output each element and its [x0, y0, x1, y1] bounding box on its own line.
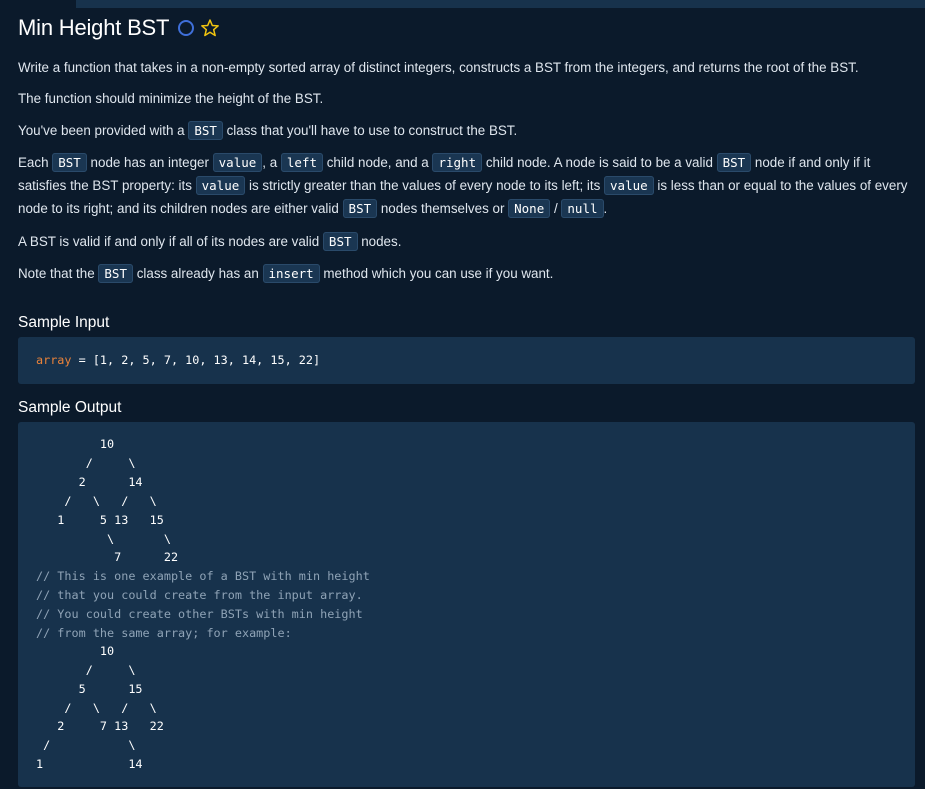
description-p5: A BST is valid if and only if all of its… [18, 232, 402, 251]
output-line: 2 7 13 22 [36, 719, 164, 733]
active-tab-indicator[interactable] [76, 0, 925, 8]
output-line: / \ [36, 663, 136, 677]
output-line: 1 5 13 15 [36, 513, 164, 527]
output-line: / \ [36, 456, 136, 470]
description-p4: Each BST node has an integer value, a le… [18, 153, 908, 218]
code-bst: BST [322, 232, 358, 251]
circle-icon[interactable] [178, 20, 195, 36]
output-line: 5 15 [36, 682, 143, 696]
code-bst: BST [188, 121, 223, 140]
variable-name: array [36, 353, 72, 367]
output-line: / \ [36, 738, 136, 752]
code-value: value [212, 153, 263, 172]
page-title: Min Height BST [18, 15, 170, 40]
code-value: value [195, 176, 246, 195]
title-row: Min Height BST [18, 13, 220, 43]
code-right: right [432, 153, 483, 172]
sample-input-box: array = [1, 2, 5, 7, 10, 13, 14, 15, 22] [18, 337, 915, 384]
code-bst: BST [716, 153, 752, 172]
code-null: null [561, 199, 604, 218]
output-line: 2 14 [36, 475, 143, 489]
output-line: / \ / \ [36, 701, 157, 715]
code-none: None [508, 199, 551, 218]
code-insert: insert [262, 264, 320, 283]
output-comment: // This is one example of a BST with min… [36, 569, 370, 583]
output-comment: // from the same array; for example: [36, 626, 292, 640]
output-line: 7 22 [36, 550, 179, 564]
sample-output-box: 10 / \ 2 14 / \ / \ 1 5 13 15 \ \ 7 22 /… [18, 422, 915, 787]
description-p6: Note that the BST class already has an i… [18, 264, 554, 283]
sample-input-code: array = [1, 2, 5, 7, 10, 13, 14, 15, 22] [36, 353, 320, 367]
output-comment: // that you could create from the input … [36, 588, 363, 602]
code-left: left [280, 153, 324, 172]
code-value: value [604, 176, 654, 195]
array-literal: = [1, 2, 5, 7, 10, 13, 14, 15, 22] [71, 353, 321, 367]
sample-input-title: Sample Input [18, 314, 110, 331]
description-p1: Write a function that takes in a non-emp… [18, 60, 859, 75]
description-p2: The function should minimize the height … [18, 91, 324, 106]
code-bst: BST [98, 264, 133, 283]
star-icon[interactable] [200, 18, 220, 38]
description-p3: You've been provided with a BST class th… [18, 121, 518, 140]
top-tab-bar [0, 0, 925, 8]
output-line: 1 14 [36, 757, 143, 771]
sample-output-title: Sample Output [18, 399, 122, 416]
output-line: 10 [36, 437, 115, 451]
output-line: \ \ [36, 532, 171, 546]
output-line: / \ / \ [36, 494, 157, 508]
output-comment: // You could create other BSTs with min … [36, 607, 363, 621]
code-bst: BST [342, 199, 378, 218]
output-line: 10 [36, 644, 115, 658]
code-bst: BST [52, 153, 87, 172]
